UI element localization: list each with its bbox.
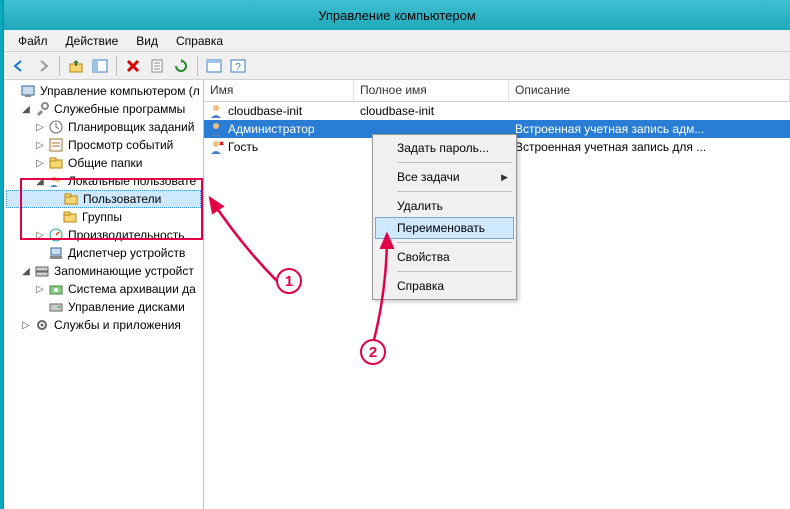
tree-root[interactable]: Управление компьютером (л — [6, 82, 201, 100]
submenu-arrow-icon: ▶ — [501, 172, 508, 183]
expander-icon[interactable]: ▷ — [34, 284, 46, 295]
expander-icon[interactable]: ◢ — [20, 104, 32, 115]
expander-icon[interactable]: ◢ — [20, 266, 32, 277]
help-button[interactable]: ? — [227, 55, 249, 77]
window-title: Управление компьютером — [318, 8, 476, 23]
titlebar: Управление компьютером — [4, 0, 790, 30]
shared-folder-icon — [48, 155, 64, 171]
menu-view[interactable]: Вид — [128, 32, 166, 50]
ctx-set-password[interactable]: Задать пароль... — [375, 137, 514, 159]
menu-separator — [397, 162, 512, 163]
storage-icon — [34, 263, 50, 279]
delete-button[interactable] — [122, 55, 144, 77]
tree-services[interactable]: ▷ Службы и приложения — [6, 316, 201, 334]
annotation-box-1 — [20, 178, 203, 240]
annotation-circle-1: 1 — [276, 268, 302, 294]
refresh-button[interactable] — [170, 55, 192, 77]
computer-mgmt-icon — [20, 83, 36, 99]
ctx-properties[interactable]: Свойства — [375, 246, 514, 268]
expander-icon[interactable]: ▷ — [20, 320, 32, 331]
user-row[interactable]: cloudbase-init cloudbase-init — [204, 102, 790, 120]
expander-icon[interactable]: ▷ — [34, 140, 46, 151]
services-icon — [34, 317, 50, 333]
show-hide-tree-button[interactable] — [89, 55, 111, 77]
tree-shared-folders[interactable]: ▷ Общие папки — [6, 154, 201, 172]
annotation-circle-2: 2 — [360, 339, 386, 365]
menu-help[interactable]: Справка — [168, 32, 231, 50]
menu-separator — [397, 191, 512, 192]
user-icon — [208, 121, 224, 137]
tools-icon — [34, 101, 50, 117]
disk-icon — [48, 299, 64, 315]
expander-icon[interactable]: ▷ — [34, 158, 46, 169]
column-name[interactable]: Имя — [204, 80, 354, 101]
ctx-rename[interactable]: Переименовать — [375, 217, 514, 239]
tree-task-scheduler[interactable]: ▷ Планировщик заданий — [6, 118, 201, 136]
column-description[interactable]: Описание — [509, 80, 790, 101]
expander-icon[interactable]: ▷ — [34, 122, 46, 133]
back-button[interactable] — [8, 55, 30, 77]
menu-separator — [397, 242, 512, 243]
backup-icon — [48, 281, 64, 297]
forward-button[interactable] — [32, 55, 54, 77]
event-icon — [48, 137, 64, 153]
export-button[interactable] — [203, 55, 225, 77]
ctx-all-tasks[interactable]: Все задачи▶ — [375, 166, 514, 188]
clock-icon — [48, 119, 64, 135]
user-disabled-icon — [208, 139, 224, 155]
user-icon — [208, 103, 224, 119]
list-header: Имя Полное имя Описание — [204, 80, 790, 102]
toolbar: ? — [4, 52, 790, 80]
properties-button[interactable] — [146, 55, 168, 77]
svg-text:?: ? — [235, 62, 241, 73]
tree-storage[interactable]: ◢ Запоминающие устройст — [6, 262, 201, 280]
menu-action[interactable]: Действие — [58, 32, 127, 50]
tree-device-manager[interactable]: Диспетчер устройств — [6, 244, 201, 262]
menu-file[interactable]: Файл — [10, 32, 56, 50]
tree-backup[interactable]: ▷ Система архивации да — [6, 280, 201, 298]
menubar: Файл Действие Вид Справка — [4, 30, 790, 52]
tree-pane: Управление компьютером (л ◢ Служебные пр… — [4, 80, 204, 509]
context-menu: Задать пароль... Все задачи▶ Удалить Пер… — [372, 134, 517, 300]
column-fullname[interactable]: Полное имя — [354, 80, 509, 101]
ctx-help[interactable]: Справка — [375, 275, 514, 297]
up-button[interactable] — [65, 55, 87, 77]
tree-system-tools[interactable]: ◢ Служебные программы — [6, 100, 201, 118]
device-icon — [48, 245, 64, 261]
menu-separator — [397, 271, 512, 272]
ctx-delete[interactable]: Удалить — [375, 195, 514, 217]
tree-disk-mgmt[interactable]: Управление дисками — [6, 298, 201, 316]
tree-event-viewer[interactable]: ▷ Просмотр событий — [6, 136, 201, 154]
